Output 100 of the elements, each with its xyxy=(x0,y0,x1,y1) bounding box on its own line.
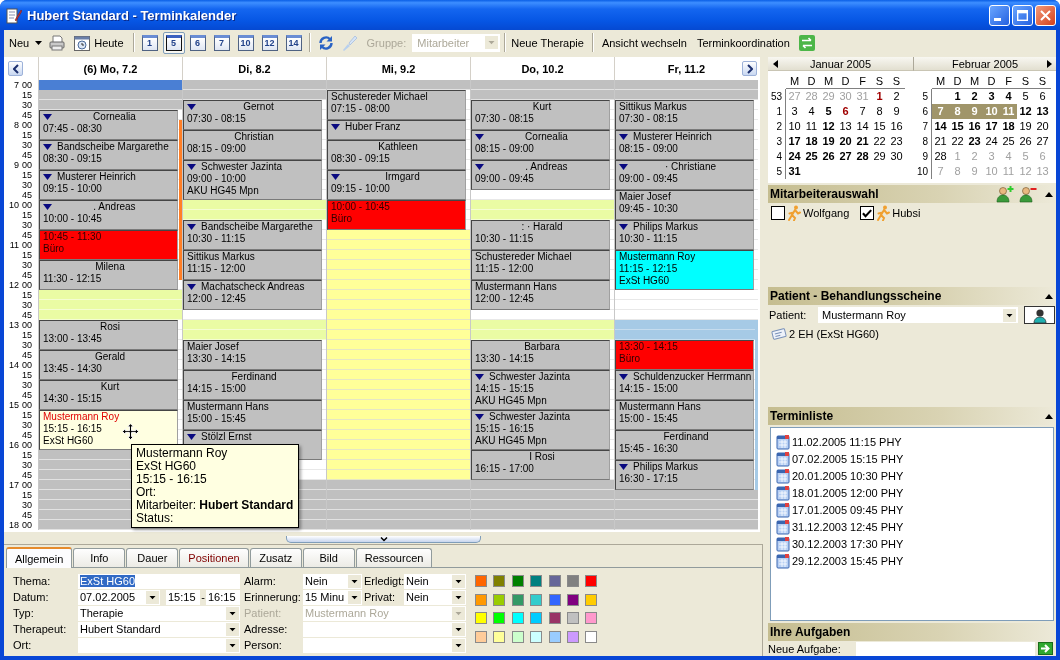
hour-label: 11 xyxy=(9,240,20,250)
appointment-time: 07:30 - 08:15 xyxy=(475,113,534,125)
tooltip-text: ExSt HG60 xyxy=(136,460,197,473)
appointment-title: Sittikus Markus xyxy=(187,251,255,263)
weekday-label: D xyxy=(949,74,966,89)
appointment-time: 07:30 - 08:15 xyxy=(187,113,246,125)
appointment-title: Sittikus Markus xyxy=(619,101,687,113)
field-label: Datum: xyxy=(12,591,50,603)
tooltip-text: Status: xyxy=(136,512,174,525)
appointment-title: · Christiane xyxy=(664,161,717,173)
task-label: Neue Aufgabe: xyxy=(768,642,842,655)
minute-label: 45 xyxy=(21,310,32,320)
appointment-time: 15:45 - 16:30 xyxy=(619,443,678,455)
patient-label: Patient: xyxy=(769,309,808,321)
minute-label: 30 xyxy=(21,300,32,310)
appointment-title: Rosi xyxy=(100,321,120,333)
appointment-time: 14:15 - 15:00 xyxy=(619,383,678,395)
minute-label: 15 xyxy=(21,370,32,380)
week-number: 9 xyxy=(914,149,932,164)
appointment-time: 10:00 - 10:45 xyxy=(331,201,390,213)
minute-label: 15 xyxy=(21,170,32,180)
appointment-time: 13:45 - 14:30 xyxy=(43,363,102,375)
appointment-title: Maier Josef xyxy=(619,191,671,203)
hour-label: 14 xyxy=(9,360,20,370)
minute-label: 45 xyxy=(21,150,32,160)
minute-label: 45 xyxy=(21,110,32,120)
appointment-title: Mustermann Roy xyxy=(619,251,696,263)
minute-label: 00 xyxy=(21,320,32,330)
hour-label: 13 xyxy=(9,320,20,330)
appointment-time: 15:15 - 16:15 xyxy=(43,423,102,435)
appointment-note: AKU HG45 Mpn xyxy=(187,185,259,197)
minute-label: 30 xyxy=(21,460,32,470)
month-title: Januar 2005 xyxy=(809,57,872,70)
field-label: Adresse: xyxy=(243,623,289,635)
minute-label: 00 xyxy=(21,440,32,450)
field-label: Erinnerung: xyxy=(243,591,302,603)
field-label: Patient: xyxy=(243,607,283,619)
appointment-note: Büro xyxy=(619,353,641,365)
appointment-time: 08:15 - 09:00 xyxy=(475,143,534,155)
appointment-time: 13:30 - 14:15 xyxy=(619,341,678,353)
appointment-note: Büro xyxy=(43,243,65,255)
appointment-time: 08:15 - 09:00 xyxy=(187,143,246,155)
appointment-title: Bandscheibe Margarethe xyxy=(200,221,313,233)
staff-name: Wolfgang xyxy=(803,207,850,219)
appointment-time: 11:15 - 12:15 xyxy=(619,263,678,275)
field-label: Thema: xyxy=(12,575,52,587)
appointment-time: 15:15 - 16:15 xyxy=(475,423,534,435)
appointment-title: Kurt xyxy=(532,101,552,113)
week-number: 5 xyxy=(914,89,932,104)
appointment-time: 11:15 - 12:00 xyxy=(475,263,534,275)
appointment-title: Irmgard xyxy=(385,171,420,183)
appointment-time: 11:30 - 12:15 xyxy=(43,273,102,285)
appointment-time: 10:45 - 11:30 xyxy=(43,231,102,243)
week-number: 7 xyxy=(914,119,932,134)
appointment-time: 14:15 - 15:15 xyxy=(475,383,534,395)
appointment-time: 09:15 - 10:00 xyxy=(43,183,102,195)
field-label: Erledigt: xyxy=(363,575,404,587)
appointment-time: 12:00 - 12:45 xyxy=(475,293,534,305)
appointment-note: AKU HG45 Mpn xyxy=(475,395,547,407)
minute-label: 00 xyxy=(21,400,32,410)
hour-label: 12 xyxy=(9,280,20,290)
minute-label: 00 xyxy=(21,160,32,170)
month-title: Februar 2005 xyxy=(951,57,1018,70)
weekday-label: S xyxy=(1017,74,1034,89)
appointment-title: Milena xyxy=(95,261,125,273)
appointment-title: Gernot xyxy=(243,101,274,113)
appointment-title: Stölzl Ernst xyxy=(200,431,252,443)
weekday-label: F xyxy=(854,74,871,89)
minute-label: 30 xyxy=(21,500,32,510)
minute-label: 00 xyxy=(21,120,32,130)
appointment-title: Barbara xyxy=(524,341,560,353)
minute-label: 30 xyxy=(21,380,32,390)
weekday-label: D xyxy=(803,74,820,89)
minute-label: 15 xyxy=(21,210,32,220)
hour-label: 10 xyxy=(9,200,20,210)
minute-label: 00 xyxy=(21,240,32,250)
appointment-title: : · Harald xyxy=(521,221,563,233)
minute-label: 15 xyxy=(21,130,32,140)
week-number: 2 xyxy=(768,119,786,134)
appointment-title: Schwester Jazinta xyxy=(488,371,571,383)
appointment-title: Musterer Heinrich xyxy=(56,171,136,183)
time-separator: - xyxy=(200,591,206,603)
appointment-note: ExSt HG60 xyxy=(43,435,94,447)
field-label: Ort: xyxy=(12,639,33,651)
appointment-title: Kurt xyxy=(100,381,120,393)
appointment-title: Ferdinand xyxy=(231,371,277,383)
appointment-title: Mustermann Hans xyxy=(475,281,557,293)
weekday-label: M xyxy=(786,74,803,89)
minute-label: 15 xyxy=(21,90,32,100)
appointment-note: ExSt HG60 xyxy=(619,275,670,287)
minute-label: 30 xyxy=(21,180,32,190)
field-label: Privat: xyxy=(363,591,397,603)
appointment-title: Huber Franz xyxy=(344,121,401,133)
minute-label: 30 xyxy=(21,140,32,150)
appointment-time: 16:30 - 17:15 xyxy=(619,473,678,485)
appointment-time: 14:15 - 15:00 xyxy=(187,383,246,395)
minute-label: 00 xyxy=(21,280,32,290)
group-label: Gruppe: xyxy=(366,36,407,49)
minute-label: 00 xyxy=(21,200,32,210)
appointment-title: Kathleen xyxy=(378,141,418,153)
